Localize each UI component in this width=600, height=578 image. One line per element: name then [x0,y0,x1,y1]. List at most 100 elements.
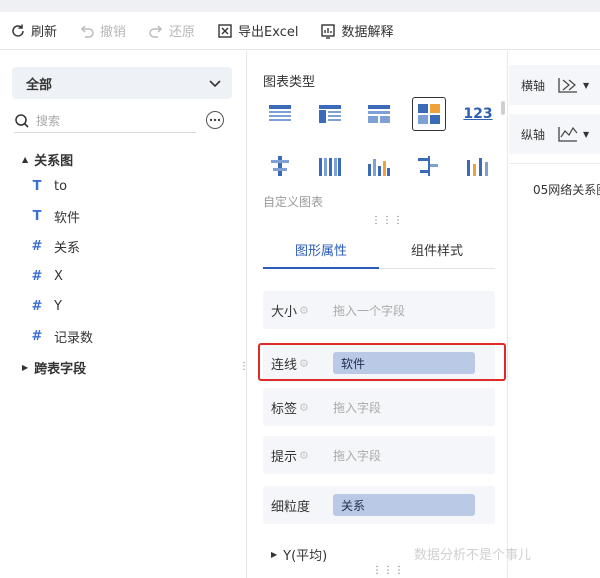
field-item[interactable]: # Y [0,291,240,321]
refresh-button[interactable]: 刷新 [10,21,57,40]
prop-granularity-label-wrap: 细粒度 [263,496,333,515]
prop-granularity-label: 细粒度 [271,499,311,515]
panel-resize-handle[interactable]: ⋮⋮ [239,362,259,372]
custom-chart-link[interactable]: 自定义图表 [263,193,323,210]
prop-size-label-wrap: 大小 ⚙ [263,301,333,320]
tab-graph-properties[interactable]: 图形属性 [263,231,379,269]
data-explain-button[interactable]: 数据解释 [320,21,394,40]
tree-group-label: 关系图 [34,153,74,169]
caret-right-icon: ▶ [22,362,29,372]
prop-tag-drop[interactable]: 拖入字段 [333,399,381,416]
y-axis-label: 纵轴 [521,127,546,142]
chart-type-title: 图表类型 [263,75,316,90]
prop-tooltip-label-wrap: 提示 ⚙ [263,446,333,465]
cross-table-icon[interactable] [313,97,347,131]
gear-icon[interactable]: ⚙ [299,401,309,414]
prop-granularity-field-pill[interactable]: 关系 [333,494,475,516]
refresh-icon [12,24,24,37]
field-label: X [54,268,63,284]
bar-chart-icon[interactable] [362,149,396,183]
undo-label: 撤销 [100,25,127,40]
measure-calc-icon: # [31,328,43,344]
axis-panel: 横轴 ▼ 纵轴 ▼ 05网络关系图 [509,51,600,578]
prop-tag-label: 标签 [271,401,298,417]
y-axis-icon [558,126,578,142]
redo-button[interactable]: 还原 [148,21,195,40]
field-label: 记录数 [54,330,94,346]
scope-select[interactable]: 全部 [12,67,232,99]
x-axis-row[interactable]: 横轴 ▼ [509,65,600,105]
caret-right-icon: ▶ [271,550,278,559]
section-resize-handle[interactable]: ⋮⋮⋮ [371,215,404,226]
prop-size-drop[interactable]: 拖入一个字段 [333,302,405,319]
prop-tag[interactable]: 标签 ⚙ 拖入字段 [263,388,495,426]
dimension-icon: T [32,208,42,224]
horizontal-bar-icon[interactable] [412,149,446,183]
scatter-bar-icon[interactable] [263,149,297,183]
prop-tooltip-label: 提示 [271,449,298,465]
network-chart-icon[interactable] [411,97,446,131]
tab-component-style[interactable]: 组件样式 [379,231,495,268]
field-label: Y [54,298,62,314]
search-icon [15,113,29,128]
field-label: 关系 [54,240,81,256]
divider [509,163,600,164]
scope-select-value: 全部 [26,77,53,93]
dimension-icon: T [32,178,42,194]
bottom-resize-handle[interactable]: ⋮⋮⋮ [372,565,405,576]
kpi-number-label: 123 [463,106,493,122]
ellipsis-icon [209,118,221,122]
field-item[interactable]: # 关系 [0,231,240,261]
tree-group-label: 跨表字段 [34,361,87,377]
gear-icon[interactable]: ⚙ [299,449,309,462]
field-label: 软件 [54,210,81,226]
prop-tooltip-drop[interactable]: 拖入字段 [333,447,381,464]
gear-icon[interactable]: ⚙ [299,304,309,317]
search-input[interactable]: 搜索 [14,109,196,133]
prop-tag-label-wrap: 标签 ⚙ [263,398,333,417]
caret-down-icon: ▲ [22,154,29,164]
prop-granularity[interactable]: 细粒度 关系 [263,486,495,524]
measure-icon: # [31,298,43,314]
redo-label: 还原 [169,25,196,40]
field-label: to [54,178,68,194]
field-item[interactable]: # 记录数 [0,321,240,351]
data-explain-icon [321,23,336,39]
tree-group-relationship[interactable]: ▲ 关系图 [0,147,240,171]
field-item[interactable]: T 软件 [0,201,240,231]
chevron-down-icon [209,80,221,88]
excel-icon [218,23,232,38]
undo-icon [80,24,94,38]
undo-button[interactable]: 撤销 [79,21,126,40]
chart-type-grid: 123 [263,97,495,201]
export-excel-button[interactable]: 导出Excel [217,21,298,40]
grouped-bar-icon[interactable] [313,149,347,183]
measure-icon: # [31,238,43,254]
field-panel: 全部 搜索 ▲ 关系图 T to T 软件 # 关系 # X # Y # 记录数… [0,51,259,578]
field-item[interactable]: # X [0,261,240,291]
prop-size-label: 大小 [271,304,298,320]
stacked-bar-icon[interactable] [461,149,495,183]
caret-down-icon: ▼ [583,129,590,139]
watermark: 数据分析不是个事儿 [414,548,532,563]
prop-tooltip[interactable]: 提示 ⚙ 拖入字段 [263,436,495,474]
y-avg-section[interactable]: ▶ Y(平均) [271,545,327,564]
table-chart-icon[interactable] [263,97,297,131]
caret-down-icon: ▼ [583,80,590,90]
y-axis-row[interactable]: 纵轴 ▼ [509,114,600,154]
export-excel-label: 导出Excel [238,25,299,40]
chart-title: 05网络关系图 [533,183,600,197]
search-placeholder: 搜索 [36,114,61,128]
data-explain-label: 数据解释 [341,25,394,40]
measure-icon: # [31,268,43,284]
tree-group-cross-table[interactable]: ▶ 跨表字段 [0,355,240,379]
scrollbar[interactable] [501,101,505,115]
prop-size[interactable]: 大小 ⚙ 拖入一个字段 [263,291,495,329]
kpi-number-icon[interactable]: 123 [461,97,495,131]
x-axis-icon [558,78,578,93]
property-tabs: 图形属性 组件样式 [263,231,495,269]
redo-icon [149,24,163,38]
detail-table-icon[interactable] [362,97,396,131]
field-item[interactable]: T to [0,171,240,201]
more-options-button[interactable] [206,111,224,129]
